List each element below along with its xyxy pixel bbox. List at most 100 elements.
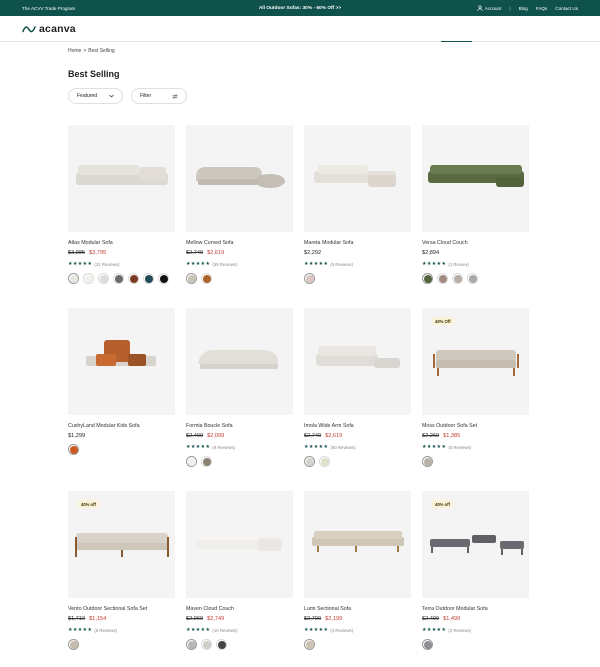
sofa-illustration xyxy=(198,350,278,369)
product-name[interactable]: Formia Boucle Sofa xyxy=(186,423,233,429)
product-name[interactable]: Terra Outdoor Modular Sofa xyxy=(422,606,488,612)
color-swatch[interactable] xyxy=(304,639,315,650)
product-image[interactable] xyxy=(68,125,175,232)
sale-price: $1,385 xyxy=(443,433,461,439)
product-card[interactable]: Lumi Sectional Sofa $2,799 $2,199 ★★★★★ (3 R… xyxy=(304,491,411,667)
product-card[interactable]: Imola Wide Arm Sofa $2,749 $2,619 ★★★★★ (60 … xyxy=(304,308,411,491)
review-count[interactable]: (5 Reviews) xyxy=(330,262,353,267)
color-swatch[interactable] xyxy=(186,456,197,467)
contact-us-link[interactable]: Contact Us xyxy=(555,6,578,11)
product-image[interactable] xyxy=(304,491,411,598)
product-image[interactable] xyxy=(186,308,293,415)
filter-button[interactable]: Filter xyxy=(131,88,187,104)
product-name[interactable]: Versa Cloud Couch xyxy=(422,240,468,246)
color-swatch[interactable] xyxy=(422,456,433,467)
product-image[interactable]: 40% off xyxy=(422,491,529,598)
product-card[interactable]: Mareta Modular Sofa $2,292 ★★★★★ (5 Reviews… xyxy=(304,125,411,308)
sort-dropdown[interactable]: Featured xyxy=(68,88,123,104)
color-swatch[interactable] xyxy=(98,273,109,284)
product-image[interactable] xyxy=(422,125,529,232)
color-swatch[interactable] xyxy=(158,273,169,284)
nav-separator: | xyxy=(509,5,511,11)
product-name[interactable]: Maven Cloud Couch xyxy=(186,606,234,612)
product-rating: ★★★★★ (5 Reviews) xyxy=(68,627,117,633)
logo-text: acanva xyxy=(39,22,76,35)
product-card[interactable]: 40% off Vento Outdoor Sectional Sofa Set $… xyxy=(68,491,175,667)
product-card[interactable]: 40% off Terra Outdoor Modular Sofa $2,499 $… xyxy=(422,491,529,667)
product-image[interactable] xyxy=(186,125,293,232)
faqs-link[interactable]: FAQs xyxy=(536,6,548,11)
product-rating: ★★★★★ (2 Reviews) xyxy=(422,627,471,633)
swatch-color xyxy=(129,274,138,283)
swatch-color xyxy=(305,457,314,466)
color-swatch[interactable] xyxy=(452,273,463,284)
product-name[interactable]: Moss Outdoor Sofa Set xyxy=(422,423,477,429)
review-count[interactable]: (59 Reviews) xyxy=(212,262,237,267)
color-swatch[interactable] xyxy=(68,444,79,455)
product-name[interactable]: Mellow Curved Sofa xyxy=(186,240,233,246)
product-name[interactable]: Lumi Sectional Sofa xyxy=(304,606,351,612)
product-image[interactable]: 40% Off xyxy=(422,308,529,415)
product-image[interactable] xyxy=(186,491,293,598)
color-swatch[interactable] xyxy=(113,273,124,284)
product-card[interactable]: Atlas Modular Sofa $3,985 $3,795 ★★★★★ (21 R… xyxy=(68,125,175,308)
review-count[interactable]: (21 Reviews) xyxy=(94,262,119,267)
color-swatch[interactable] xyxy=(422,639,433,650)
color-swatch[interactable] xyxy=(68,639,79,650)
color-swatch[interactable] xyxy=(186,639,197,650)
sale-price: $2,619 xyxy=(207,250,225,256)
product-name[interactable]: Mareta Modular Sofa xyxy=(304,240,353,246)
promo-link[interactable]: All Outdoor Sofas: 30% - 60% Off >> xyxy=(259,6,341,11)
account-label: Account xyxy=(484,5,502,11)
product-image[interactable] xyxy=(68,308,175,415)
review-count[interactable]: (10 Reviews) xyxy=(212,628,237,633)
color-swatch[interactable] xyxy=(186,273,197,284)
color-swatch[interactable] xyxy=(201,273,212,284)
color-swatch[interactable] xyxy=(143,273,154,284)
product-name[interactable]: Vento Outdoor Sectional Sofa Set xyxy=(68,606,147,612)
product-image[interactable]: 40% off xyxy=(68,491,175,598)
review-count[interactable]: (5 Reviews) xyxy=(94,628,117,633)
color-swatch[interactable] xyxy=(467,273,478,284)
breadcrumb-home[interactable]: Home xyxy=(68,48,81,54)
product-rating: ★★★★★ (60 Reviews) xyxy=(304,444,356,450)
discount-badge: 40% Off xyxy=(431,317,455,325)
product-name[interactable]: Imola Wide Arm Sofa xyxy=(304,423,354,429)
color-swatch[interactable] xyxy=(83,273,94,284)
product-card[interactable]: Mellow Curved Sofa $2,749 $2,619 ★★★★★ (59 R… xyxy=(186,125,293,308)
product-card[interactable]: Maven Cloud Couch $2,969 $2,749 ★★★★★ (10 Re… xyxy=(186,491,293,667)
review-count[interactable]: (6 Reviews) xyxy=(448,445,471,450)
color-swatch[interactable] xyxy=(216,639,227,650)
color-swatch[interactable] xyxy=(201,639,212,650)
review-count[interactable]: (2 Reviews) xyxy=(448,628,471,633)
product-card[interactable]: CushyLand Modular Kids Sofa $1,299 xyxy=(68,308,175,491)
sale-price: $1,299 xyxy=(68,433,86,439)
brand-logo[interactable]: acanva xyxy=(22,23,76,35)
product-price: $2,269 $1,385 xyxy=(422,433,460,439)
product-card[interactable]: 40% Off Moss Outdoor Sofa Set $2,269 $1,385… xyxy=(422,308,529,491)
color-swatch[interactable] xyxy=(437,273,448,284)
account-link[interactable]: Account xyxy=(477,5,502,11)
product-image[interactable] xyxy=(304,125,411,232)
color-swatch[interactable] xyxy=(304,273,315,284)
product-rating: ★★★★★ (5 Reviews) xyxy=(304,261,353,267)
blog-link[interactable]: Blog xyxy=(519,6,528,11)
sale-price: $1,154 xyxy=(89,616,107,622)
product-price: $2,894 xyxy=(422,250,439,256)
product-name[interactable]: CushyLand Modular Kids Sofa xyxy=(68,423,140,429)
color-swatch[interactable] xyxy=(128,273,139,284)
trade-program-link[interactable]: The ACVV Trade Program xyxy=(22,6,75,11)
color-swatch[interactable] xyxy=(304,456,315,467)
color-swatch[interactable] xyxy=(319,456,330,467)
product-image[interactable] xyxy=(304,308,411,415)
review-count[interactable]: (9 Reviews) xyxy=(212,445,235,450)
review-count[interactable]: (1 Review) xyxy=(448,262,469,267)
color-swatch[interactable] xyxy=(422,273,433,284)
product-name[interactable]: Atlas Modular Sofa xyxy=(68,240,113,246)
color-swatch[interactable] xyxy=(201,456,212,467)
product-card[interactable]: Versa Cloud Couch $2,894 ★★★★★ (1 Review) xyxy=(422,125,529,308)
product-card[interactable]: Formia Boucle Sofa $2,499 $2,099 ★★★★★ (9 Re… xyxy=(186,308,293,491)
color-swatch[interactable] xyxy=(68,273,79,284)
review-count[interactable]: (60 Reviews) xyxy=(330,445,355,450)
review-count[interactable]: (3 Reviews) xyxy=(330,628,353,633)
